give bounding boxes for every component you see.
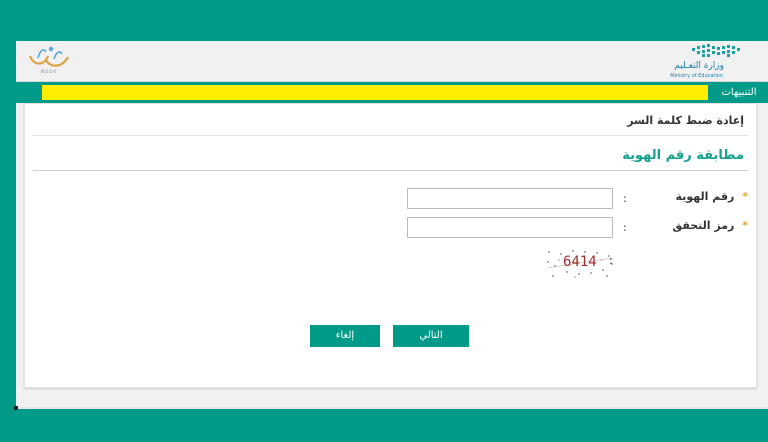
ministry-logo-icon: [692, 44, 740, 57]
captcha-input[interactable]: [407, 217, 613, 238]
id-number-label: * رقم الهوية: [676, 190, 748, 203]
cancel-button[interactable]: إلغاء: [310, 325, 380, 347]
captcha-colon: :: [623, 221, 627, 234]
noor-logo-text: NOOR: [40, 69, 58, 74]
noor-logo[interactable]: NOOR: [24, 44, 78, 78]
reset-password-panel: إعادة ضبط كلمة السر مطابقة رقم الهوية * …: [24, 103, 757, 388]
ministry-logo[interactable]: وزارة التعـليم Ministry of Education: [668, 44, 748, 79]
next-button[interactable]: التالي: [393, 325, 469, 347]
page-title: إعادة ضبط كلمة السر: [627, 114, 744, 127]
corner-mark: [14, 406, 18, 410]
ministry-name-en: Ministry of Education: [670, 73, 723, 79]
captcha-image: 6414: [545, 246, 615, 280]
section-title: مطابقة رقم الهوية: [622, 148, 744, 163]
captcha-code: 6414: [563, 254, 597, 270]
noor-logo-icon: [28, 46, 69, 67]
title-divider: [33, 135, 748, 136]
required-marker: *: [742, 190, 748, 203]
alerts-bar: التنبيهات: [16, 82, 768, 103]
captcha-label-text: رمز التحقق: [672, 219, 735, 232]
id-number-colon: :: [623, 192, 627, 205]
header: NOOR وزارة التعـليم Ministry of Educatio…: [16, 41, 768, 82]
page-window: NOOR وزارة التعـليم Ministry of Educatio…: [16, 41, 768, 409]
footer-divider: [16, 407, 768, 409]
alerts-label[interactable]: التنبيهات: [710, 82, 768, 103]
section-divider: [33, 170, 748, 171]
alerts-ticker: [42, 85, 708, 100]
id-number-label-text: رقم الهوية: [675, 190, 735, 203]
ministry-name-ar: وزارة التعـليم: [674, 61, 724, 71]
captcha-label: * رمز التحقق: [672, 219, 748, 232]
id-number-input[interactable]: [407, 188, 613, 209]
captcha-image-colon: :: [609, 254, 613, 267]
required-marker: *: [742, 219, 748, 232]
